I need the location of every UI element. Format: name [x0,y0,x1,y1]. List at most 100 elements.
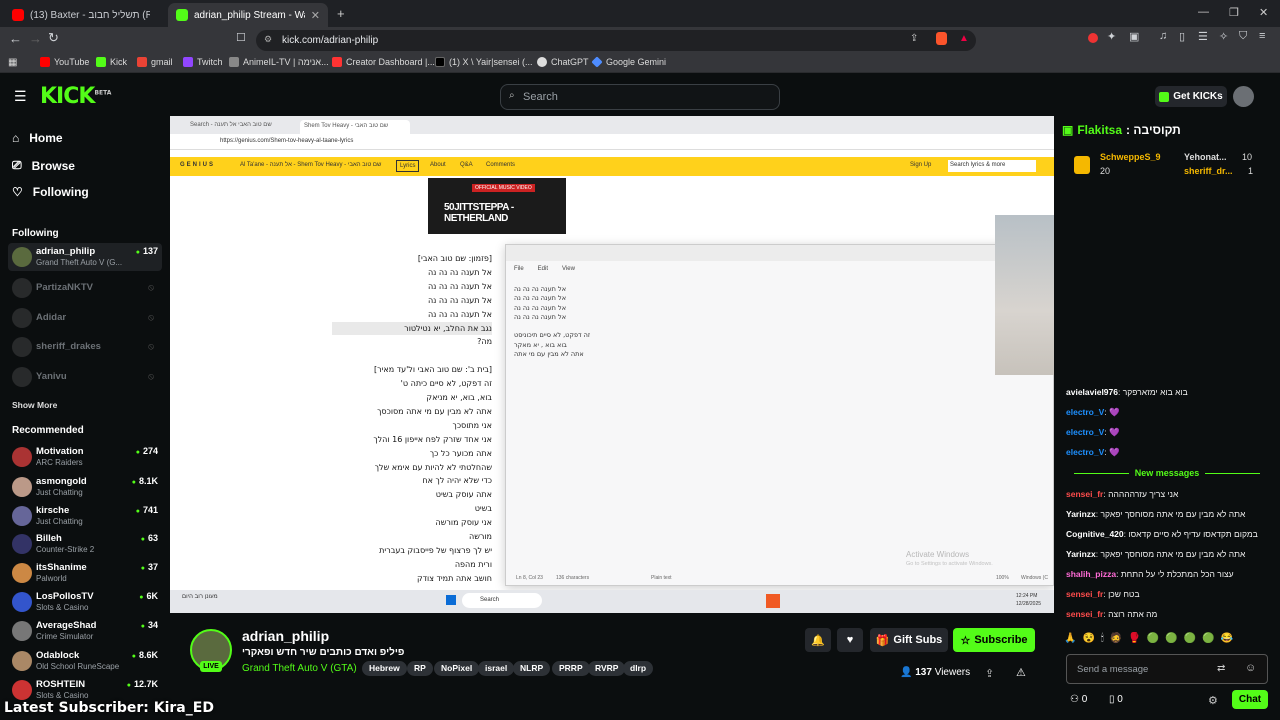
chat-username[interactable]: sensei_fr [1066,489,1103,499]
notification-bell-button[interactable]: 🔔 [805,628,831,652]
stream-tag[interactable]: Hebrew [362,661,407,676]
points-right[interactable]: ▯ 0 [1109,694,1123,705]
extension-icon[interactable]: ▣ [1129,30,1139,43]
video-player[interactable]: Search - שם טוב האבי אל תענה Shem Tov He… [170,116,1054,613]
emote-icon[interactable]: 🟢 [1202,633,1214,649]
chat-username[interactable]: electro_V [1066,427,1104,437]
extension-record-icon[interactable] [1088,33,1098,43]
media-icon[interactable]: ♫ [1159,30,1167,42]
emote-icon[interactable]: 🙏 [1064,633,1076,649]
recommended-channel[interactable]: asmongoldJust Chatting 8.1K [8,473,162,501]
chat-message[interactable]: electro_V: 💜 [1066,427,1274,438]
emote-icon[interactable]: 🧔 [1110,633,1122,649]
brave-rewards-icon[interactable]: ▲ [959,33,969,44]
get-kicks-button[interactable]: Get KICKs [1155,86,1227,107]
chat-username[interactable]: electro_V [1066,407,1104,417]
emote-icon[interactable]: 🕯 [1101,633,1104,649]
close-tab-icon[interactable]: ✕ [311,9,320,22]
menu-icon[interactable]: ≡ [1259,30,1265,42]
stream-tag[interactable]: RP [407,661,433,676]
bookmark-icon[interactable]: ☐ [236,31,246,44]
share-icon[interactable]: ⇪ [910,33,918,44]
url-field[interactable]: ⚙ kick.com/adrian-philip ⇪ ▲ [256,30,976,51]
chat-message[interactable]: electro_V: 💜 [1066,447,1274,458]
nav-home[interactable]: ⌂ Home [12,131,63,145]
chat-input[interactable]: Send a message ⇄ ☺ [1066,654,1268,684]
sidebar-toggle-icon[interactable]: ▯ [1179,30,1185,43]
stream-tag[interactable]: israel [478,661,515,676]
chat-username[interactable]: Yarinzx [1066,549,1096,559]
hamburger-menu-icon[interactable]: ☰ [14,88,27,105]
subscribe-button[interactable]: ☆ Subscribe [953,628,1035,652]
chat-message[interactable]: Cognitive_420: במקום תקדאסו עדיף לא סיים… [1066,529,1274,539]
recommended-channel[interactable]: AverageShadCrime Simulator 34 [8,617,162,645]
following-channel[interactable]: sheriff_drakes ⦸ [8,333,162,361]
forward-icon[interactable]: → [29,31,42,46]
bookmark-chatgpt[interactable]: ChatGPT [537,57,589,67]
emote-icon[interactable]: 🥊 [1128,633,1140,649]
minimize-icon[interactable]: — [1198,6,1209,18]
report-icon[interactable]: ⚠ [1016,666,1026,679]
recommended-channel[interactable]: MotivationARC Raiders 274 [8,443,162,471]
stream-tag[interactable]: RVRP [588,661,626,676]
recommended-channel[interactable]: itsShanimePalworld 37 [8,559,162,587]
stream-tag[interactable]: dlrp [623,661,654,676]
chat-username[interactable]: sensei_fr [1066,589,1103,599]
nav-browse[interactable]: ⎚ Browse [12,158,75,173]
points-left[interactable]: ⚇ 0 [1070,694,1087,705]
chat-settings-icon[interactable]: ⚙ [1208,694,1218,707]
bookmark-twitch[interactable]: Twitch [183,57,223,67]
emote-icon[interactable]: 😵 [1082,633,1094,649]
chat-message[interactable]: shalih_pizza: עצור הכל המתכלת לי על התחת [1066,569,1274,579]
emote-icon[interactable]: 🟢 [1147,633,1159,649]
bookmark-gemini[interactable]: Google Gemini [591,56,666,68]
emoji-icon[interactable]: ☺ [1245,662,1256,674]
chat-message[interactable]: avielaviel976: בוא בוא ימזארפקר [1066,387,1274,397]
site-info-icon[interactable]: ⚙ [264,34,272,45]
streamer-name[interactable]: adrian_philip [242,628,329,644]
extension-puzzle-icon[interactable]: ✦ [1107,30,1116,43]
chat-message[interactable]: Yarinzx: אתה לא מבין עם מי אתה מסוחסך יפ… [1066,549,1274,559]
maximize-icon[interactable]: ❐ [1229,6,1239,19]
show-more-link[interactable]: Show More [12,400,57,410]
chat-message[interactable]: Yarinzx: אתה לא מבין עם מי אתה מסוחסך יפ… [1066,509,1274,519]
bookmark-youtube[interactable]: YouTube [40,57,89,67]
following-channel[interactable]: Adidar ⦸ [8,304,162,332]
user-avatar[interactable] [1233,86,1254,107]
recommended-channel[interactable]: LosPollosTVSlots & Casino 6K [8,588,162,616]
gift-subs-button[interactable]: 🎁 Gift Subs [870,628,948,652]
recommended-channel[interactable]: OdablockOld School RuneScape 8.6K [8,647,162,675]
kick-logo[interactable]: KICKBETA [40,84,111,109]
nav-following[interactable]: ♡ Following [12,185,89,199]
bookmark-x[interactable]: (1) X \ Yair|sensei (... [435,57,533,67]
browser-tab-kick[interactable]: adrian_philip Stream - Watc ✕ [168,3,328,27]
recommended-channel[interactable]: kirscheJust Chatting 741 [8,502,162,530]
chat-message[interactable]: sensei_fr: בטח שכן [1066,589,1274,599]
bookmark-animeil[interactable]: AnimeIL-TV | אנימה... [229,57,329,67]
chat-message[interactable]: sensei_fr: אני צריך עזרההההה [1066,489,1274,499]
chat-username[interactable]: avielaviel976 [1066,387,1118,397]
brave-shield-icon[interactable] [936,32,947,45]
bookmarks-icon[interactable]: ☰ [1198,30,1208,43]
stream-tag[interactable]: NLRP [513,661,551,676]
chat-send-button[interactable]: Chat [1232,690,1268,709]
emote-icon[interactable]: 😂 [1220,633,1232,649]
share-icon[interactable]: ⇪ [985,667,994,680]
search-input[interactable]: ⌕ Search [500,84,780,110]
close-window-icon[interactable]: ✕ [1259,6,1268,19]
chat-username[interactable]: Cognitive_420 [1066,529,1124,539]
emote-icon[interactable]: 🟢 [1165,633,1177,649]
chat-message[interactable]: sensei_fr: מה אתה רוצה [1066,609,1274,619]
new-messages-divider[interactable]: New messages [1054,468,1280,478]
chat-username[interactable]: electro_V [1066,447,1104,457]
stream-tag[interactable]: NoPixel [434,661,480,676]
chat-username[interactable]: sensei_fr [1066,609,1103,619]
bookmark-kick[interactable]: Kick [96,57,127,67]
browser-tab-youtube[interactable]: (13) Baxter - תשליל חבוב (Ronengg D [4,3,164,27]
chat-message[interactable]: electro_V: 💜 [1066,407,1274,418]
stream-category[interactable]: Grand Theft Auto V (GTA) [242,663,357,674]
new-tab-icon[interactable]: + [337,6,345,21]
back-icon[interactable]: ← [9,31,22,46]
recommended-channel[interactable]: BillehCounter-Strike 2 63 [8,530,162,558]
leo-ai-icon[interactable]: ✧ [1219,30,1228,43]
